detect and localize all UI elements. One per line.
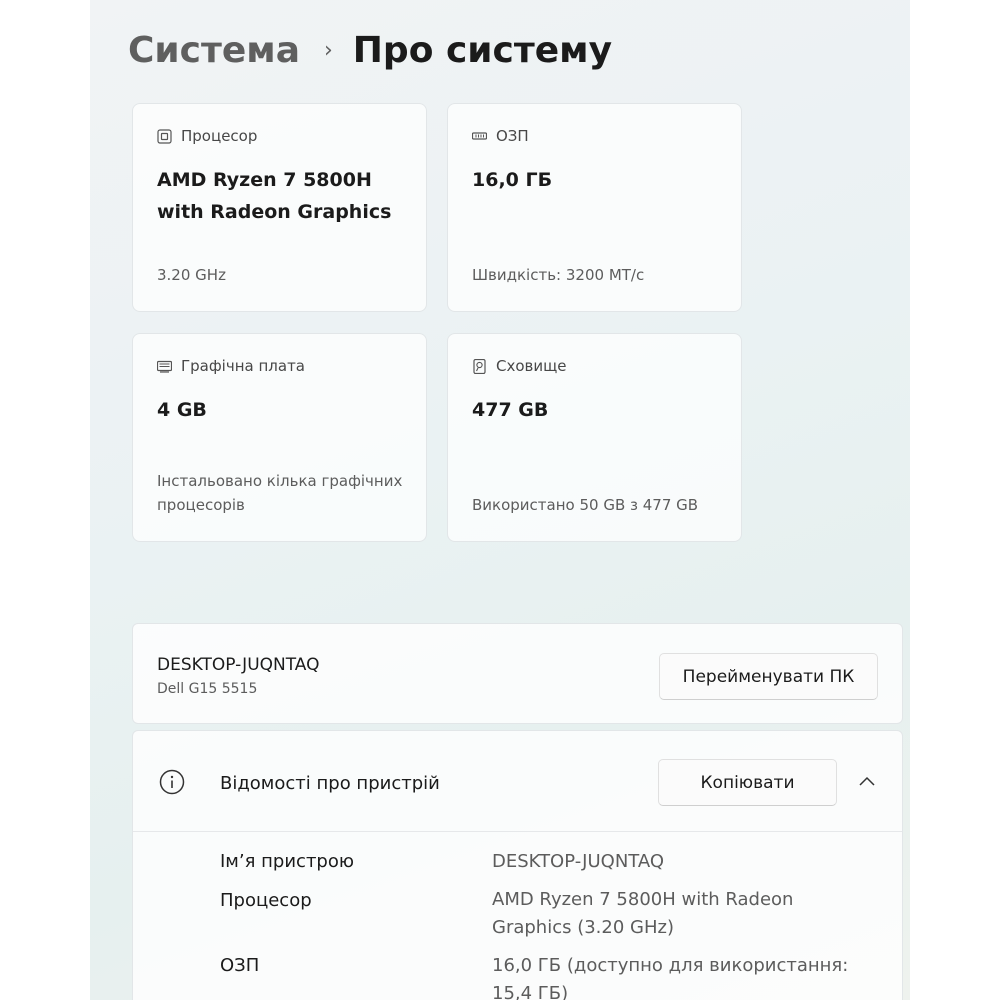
spec-value-processor: AMD Ryzen 7 5800H with Radeon Graphics (… [492,889,794,938]
spec-label-processor: Процесор [220,890,312,911]
storage-card: Сховище 477 GB Використано 50 GB з 477 G… [447,333,742,542]
breadcrumb-parent-system[interactable]: Система [128,30,300,71]
pc-model: Dell G15 5515 [157,681,258,697]
storage-card-header: Сховище [472,357,566,375]
spec-value-ram: 16,0 ГБ (доступно для використання: 15,4… [492,955,849,1000]
copy-button[interactable]: Копіювати [658,759,837,806]
settings-window: Система › Про систему Процесор AMD Ryzen… [90,0,910,1000]
storage-card-value: 477 GB [472,399,549,421]
graphics-card-value: 4 GB [157,399,207,421]
storage-card-label: Сховище [496,357,567,375]
chevron-up-icon[interactable] [857,772,877,792]
info-circle-icon [159,769,185,795]
processor-card: Процесор AMD Ryzen 7 5800H with Radeon G… [132,103,427,312]
graphics-card-header: Графічна плата [157,357,305,375]
processor-card-value: AMD Ryzen 7 5800H with Radeon Graphics [157,169,392,223]
spec-label-ram: ОЗП [220,955,260,976]
rename-pc-button[interactable]: Перейменувати ПК [659,653,878,700]
ram-card-value: 16,0 ГБ [472,169,553,191]
graphics-card: Графічна плата 4 GB Інстальовано кілька … [132,333,427,542]
processor-card-header: Процесор [157,127,257,145]
pc-name: DESKTOP-JUQNTAQ [157,655,320,675]
ram-card-header: ОЗП [472,127,529,145]
graphics-card-note: Інстальовано кілька графічних процесорів [157,472,403,514]
graphics-card-icon [157,359,172,374]
breadcrumb: Система › Про систему [128,22,612,78]
cpu-chip-icon [157,128,172,144]
page-title: Про систему [352,29,613,71]
memory-module-icon [472,129,487,144]
spec-label-device-name: Ім’я пристрою [220,851,355,872]
ram-card-speed: Швидкість: 3200 МТ/с [472,266,645,284]
device-specs-panel: Відомості про пристрій Копіювати Ім’я пр… [132,730,903,1000]
device-specs-title: Відомості про пристрій [220,773,440,794]
ram-card-label: ОЗП [496,127,529,145]
storage-card-usage: Використано 50 GB з 477 GB [472,496,699,514]
device-specs-header[interactable]: Відомості про пристрій Копіювати [133,731,902,832]
ram-card: ОЗП 16,0 ГБ Швидкість: 3200 МТ/с [447,103,742,312]
pc-name-panel: DESKTOP-JUQNTAQ Dell G15 5515 Перейменув… [132,623,903,724]
storage-drive-icon [472,358,487,374]
processor-card-speed: 3.20 GHz [157,266,226,284]
processor-card-label: Процесор [181,127,258,145]
graphics-card-label: Графічна плата [181,357,305,375]
spec-value-device-name: DESKTOP-JUQNTAQ [492,851,665,872]
breadcrumb-separator: › [323,37,333,63]
